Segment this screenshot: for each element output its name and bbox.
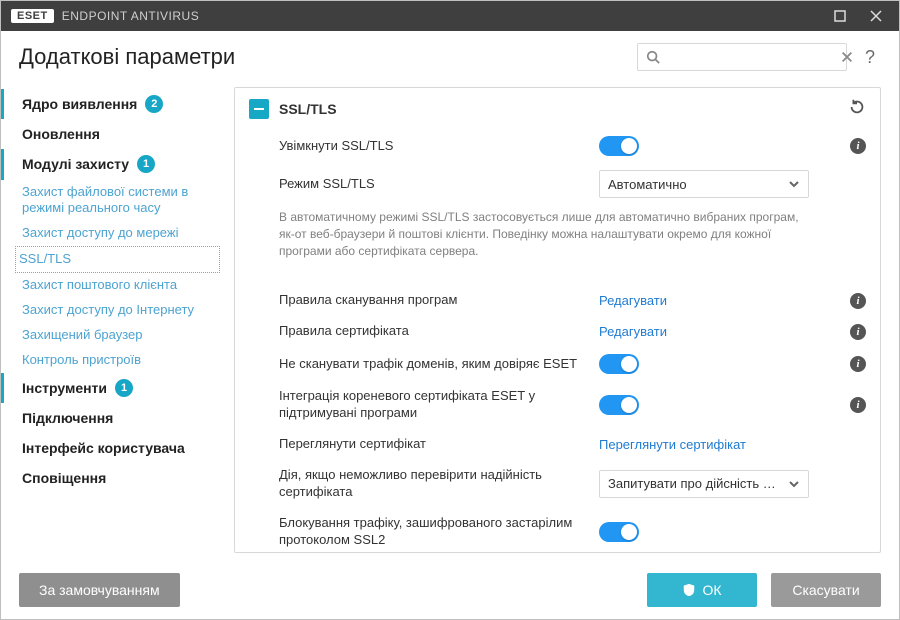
badge: 1 [137, 155, 155, 173]
brand-badge: ESET [11, 9, 54, 23]
link-view-cert[interactable]: Переглянути сертифікат [599, 437, 746, 452]
row-enable-ssl: Увімкнути SSL/TLS i [249, 129, 866, 163]
sidebar-item-label: Ядро виявлення [22, 95, 137, 113]
sidebar-item-notifications[interactable]: Сповіщення [1, 463, 226, 493]
sidebar-item-internet-access[interactable]: Захист доступу до Інтернету [1, 298, 226, 323]
toggle-trusted-domains[interactable] [599, 354, 639, 374]
row-trusted-domains: Не сканувати трафік доменів, яким довіря… [249, 347, 866, 381]
sidebar-item-label: Контроль пристроїв [22, 352, 141, 369]
sidebar-item-network-access[interactable]: Захист доступу до мережі [1, 221, 226, 246]
info-icon[interactable]: i [850, 138, 866, 154]
search-icon [646, 50, 660, 64]
section-title: SSL/TLS [279, 101, 337, 117]
row-root-cert-integration: Інтеграція кореневого сертифіката ESET у… [249, 381, 866, 429]
section-header: SSL/TLS [249, 98, 866, 119]
sidebar-item-label: Модулі захисту [22, 155, 129, 173]
info-icon[interactable]: i [850, 356, 866, 372]
badge: 1 [115, 379, 133, 397]
select-value: Запитувати про дійсність се… [608, 476, 782, 491]
cancel-button[interactable]: Скасувати [771, 573, 881, 607]
sidebar-item-label: Інструменти [22, 379, 107, 397]
sidebar-item-update[interactable]: Оновлення [1, 119, 226, 149]
badge: 2 [145, 95, 163, 113]
sidebar-item-ui[interactable]: Інтерфейс користувача [1, 433, 226, 463]
sidebar-item-label: SSL/TLS [19, 251, 71, 268]
select-ssl-mode[interactable]: Автоматично [599, 170, 809, 198]
sidebar-item-ssl-tls[interactable]: SSL/TLS [15, 246, 220, 273]
collapse-section-button[interactable] [249, 99, 269, 119]
row-ssl-mode: Режим SSL/TLS Автоматично [249, 163, 866, 205]
info-icon[interactable]: i [850, 324, 866, 340]
sidebar-item-label: Підключення [22, 409, 113, 427]
row-block-ssl2: Блокування трафіку, зашифрованого застар… [249, 508, 866, 553]
row-app-scan-rules: Правила сканування програм Редагувати i [249, 285, 866, 316]
label: Інтеграція кореневого сертифіката ESET у… [249, 388, 589, 422]
sidebar-item-label: Оновлення [22, 125, 100, 143]
sidebar-item-label: Захищений браузер [22, 327, 142, 344]
label: Не сканувати трафік доменів, яким довіря… [249, 356, 589, 373]
top-row: Додаткові параметри ? [1, 31, 899, 77]
sidebar-item-label: Захист доступу до Інтернету [22, 302, 194, 319]
sidebar-item-connection[interactable]: Підключення [1, 403, 226, 433]
chevron-down-icon [788, 478, 800, 490]
sidebar-item-label: Захист доступу до мережі [22, 225, 178, 242]
sidebar-item-device-control[interactable]: Контроль пристроїв [1, 348, 226, 373]
sidebar-item-label: Захист поштового клієнта [22, 277, 177, 294]
content-panel: SSL/TLS Увімкнути SSL/TLS i Режим SSL/TL… [234, 87, 881, 553]
sidebar-item-tools[interactable]: Інструменти 1 [1, 373, 226, 403]
clear-search-icon[interactable] [840, 50, 854, 64]
ok-button[interactable]: ОК [647, 573, 757, 607]
sidebar-item-detection-core[interactable]: Ядро виявлення 2 [1, 89, 226, 119]
row-cert-rules: Правила сертифіката Редагувати i [249, 316, 866, 347]
row-view-cert: Переглянути сертифікат Переглянути серти… [249, 429, 866, 460]
label: Увімкнути SSL/TLS [249, 138, 589, 155]
search-input[interactable] [660, 49, 840, 66]
label: Дія, якщо неможливо перевірити надійніст… [249, 467, 589, 501]
sidebar: Ядро виявлення 2 Оновлення Модулі захист… [1, 83, 226, 561]
label: Режим SSL/TLS [249, 176, 589, 193]
sidebar-item-protection-modules[interactable]: Модулі захисту 1 [1, 149, 226, 179]
maximize-button[interactable] [823, 4, 857, 28]
sidebar-item-secure-browser[interactable]: Захищений браузер [1, 323, 226, 348]
titlebar: ESET ENDPOINT ANTIVIRUS [1, 1, 899, 31]
defaults-button[interactable]: За замовчуванням [19, 573, 180, 607]
select-untrusted-action[interactable]: Запитувати про дійсність се… [599, 470, 809, 498]
footer: За замовчуванням ОК Скасувати [1, 561, 899, 619]
sidebar-item-mail-client[interactable]: Захист поштового клієнта [1, 273, 226, 298]
mode-note: В автоматичному режимі SSL/TLS застосову… [249, 205, 809, 265]
search-box[interactable] [637, 43, 847, 71]
chevron-down-icon [788, 178, 800, 190]
window-controls [823, 4, 893, 28]
sidebar-item-label: Сповіщення [22, 469, 106, 487]
link-edit-app-rules[interactable]: Редагувати [599, 293, 667, 308]
body: Ядро виявлення 2 Оновлення Модулі захист… [1, 77, 899, 561]
help-button[interactable]: ? [859, 47, 881, 68]
label: Правила сканування програм [249, 292, 589, 309]
link-edit-cert-rules[interactable]: Редагувати [599, 324, 667, 339]
close-button[interactable] [859, 4, 893, 28]
toggle-block-ssl2[interactable] [599, 522, 639, 542]
brand: ESET ENDPOINT ANTIVIRUS [11, 9, 199, 23]
toggle-enable-ssl[interactable] [599, 136, 639, 156]
ok-label: ОК [702, 582, 721, 598]
brand-text: ENDPOINT ANTIVIRUS [62, 9, 199, 23]
label: Блокування трафіку, зашифрованого застар… [249, 515, 589, 549]
info-icon[interactable]: i [850, 293, 866, 309]
revert-icon[interactable] [848, 98, 866, 119]
sidebar-item-label: Інтерфейс користувача [22, 439, 185, 457]
sidebar-item-label: Захист файлової системи в режимі реально… [22, 184, 214, 218]
row-untrusted-cert-action: Дія, якщо неможливо перевірити надійніст… [249, 460, 866, 508]
page-title: Додаткові параметри [19, 44, 235, 70]
sidebar-item-realtime-fs[interactable]: Захист файлової системи в режимі реально… [1, 180, 226, 222]
label: Переглянути сертифікат [249, 436, 589, 453]
toggle-root-cert[interactable] [599, 395, 639, 415]
info-icon[interactable]: i [850, 397, 866, 413]
select-value: Автоматично [608, 177, 687, 192]
shield-icon [682, 583, 696, 597]
label: Правила сертифіката [249, 323, 589, 340]
